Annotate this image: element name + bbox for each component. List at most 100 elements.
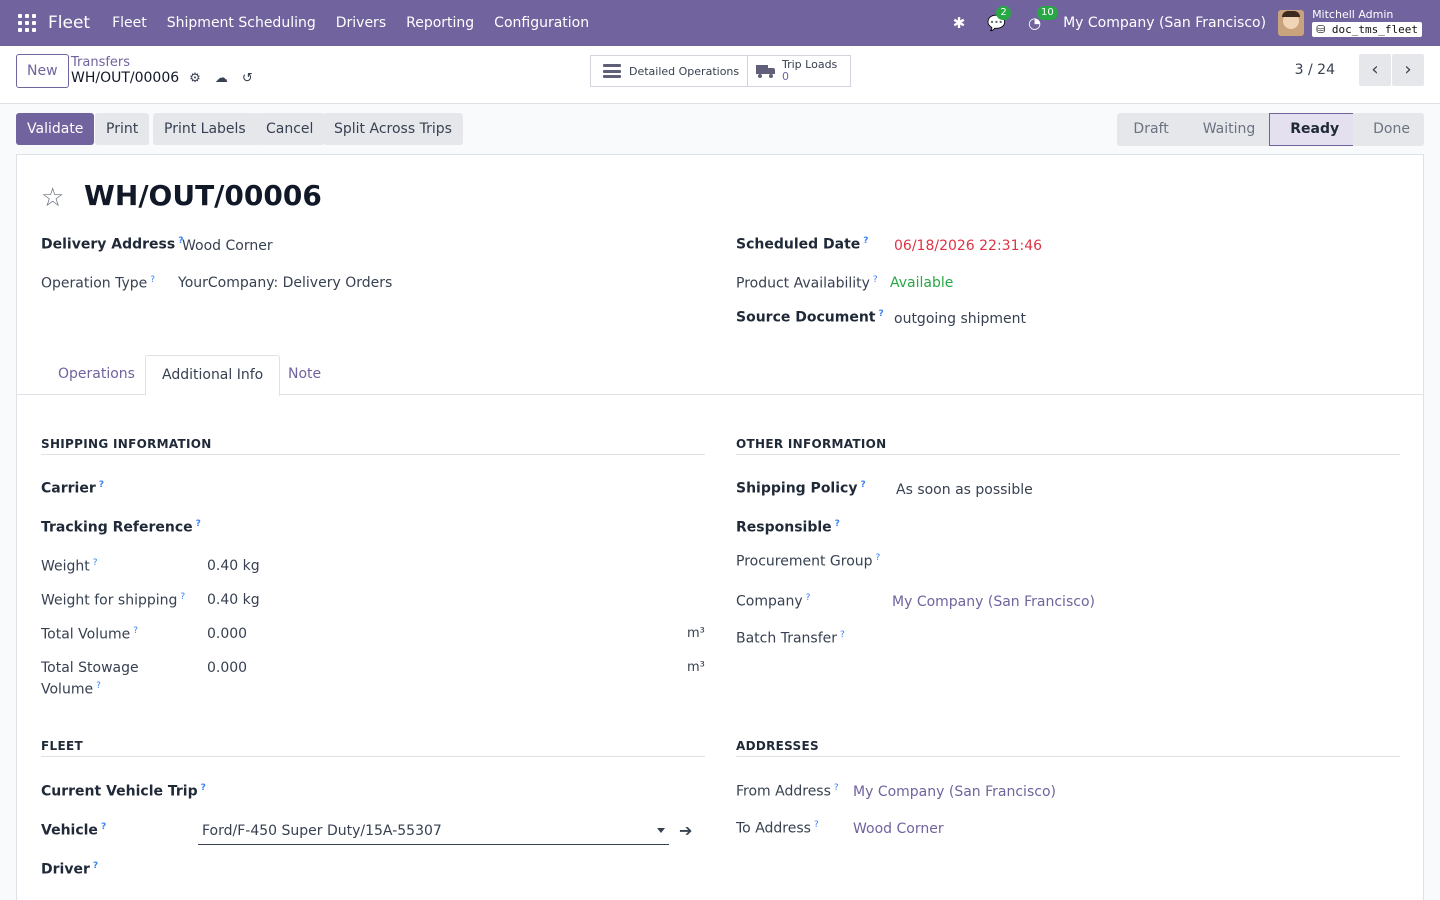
scheduled-date-field[interactable]: 06/18/2026 22:31:46 — [894, 238, 1042, 254]
activities-badge: 10 — [1037, 6, 1058, 20]
total-volume-value: 0.000 — [207, 626, 248, 642]
form-sheet: ☆ WH/OUT/00006 Delivery Address? Wood Co… — [16, 154, 1424, 900]
breadcrumb-current: WH/OUT/00006 ⚙ ☁ ↺ — [71, 70, 253, 86]
delivery-address-label: Delivery Address? — [41, 236, 184, 253]
from-address-label: From Address? — [736, 783, 839, 800]
debug-bug-icon[interactable]: ✱ — [953, 14, 966, 32]
user-avatar[interactable] — [1278, 10, 1305, 36]
menu-drivers[interactable]: Drivers — [326, 15, 396, 31]
total-stowage-volume-unit: m³ — [687, 660, 705, 675]
total-volume-unit: m³ — [687, 626, 705, 641]
company-switcher[interactable]: My Company (San Francisco) — [1063, 15, 1266, 31]
addresses-heading: ADDRESSES — [736, 739, 819, 753]
company-label: Company? — [736, 593, 811, 610]
shipping-policy-field[interactable]: As soon as possible — [896, 482, 1033, 498]
menu-configuration[interactable]: Configuration — [484, 15, 599, 31]
shipping-divider — [41, 454, 705, 455]
total-stowage-volume-label: Total Stowage — [41, 660, 139, 676]
responsible-label: Responsible? — [736, 519, 840, 536]
source-document-field[interactable]: outgoing shipment — [894, 311, 1026, 327]
smart-buttons: Detailed Operations Trip Loads 0 — [590, 55, 851, 87]
company-link[interactable]: My Company (San Francisco) — [892, 594, 1095, 610]
notebook-tabs: Operations Additional Info Note — [17, 355, 1423, 396]
activities-clock-icon[interactable]: ◔ 10 — [1028, 6, 1058, 32]
source-document-label: Source Document? — [736, 309, 884, 326]
operation-type-field[interactable]: YourCompany: Delivery Orders — [178, 275, 392, 291]
menu-reporting[interactable]: Reporting — [396, 15, 484, 31]
carrier-label: Carrier? — [41, 480, 104, 497]
weight-for-shipping-value[interactable]: 0.40 kg — [207, 592, 260, 608]
messages-chat-icon[interactable]: 💬 2 — [987, 6, 1011, 32]
action-bar: Validate Print Print Labels Cancel Split… — [0, 105, 1440, 155]
database-badge: ⛁ doc_tms_fleet — [1312, 22, 1422, 37]
trip-loads-count: 0 — [782, 70, 789, 83]
truck-icon — [756, 64, 776, 78]
stage-done[interactable]: Done — [1353, 113, 1424, 146]
weight-for-shipping-label: Weight for shipping? — [41, 592, 186, 609]
batch-transfer-label: Batch Transfer? — [736, 630, 845, 647]
messages-badge: 2 — [996, 6, 1011, 20]
breadcrumb-transfers[interactable]: Transfers — [71, 55, 130, 70]
control-panel: New Transfers WH/OUT/00006 ⚙ ☁ ↺ Detaile… — [0, 46, 1440, 104]
chevron-down-icon — [657, 828, 665, 833]
stage-draft[interactable]: Draft — [1117, 113, 1182, 146]
total-volume-label: Total Volume? — [41, 626, 138, 643]
gear-icon[interactable]: ⚙ — [189, 71, 201, 86]
validate-button[interactable]: Validate — [16, 113, 95, 145]
stage-waiting[interactable]: Waiting — [1183, 113, 1270, 146]
record-title: WH/OUT/00006 — [84, 179, 322, 212]
shipping-policy-label: Shipping Policy? — [736, 480, 866, 497]
product-availability-label: Product Availability? — [736, 275, 878, 292]
shipping-information-heading: SHIPPING INFORMATION — [41, 437, 212, 451]
record-name: WH/OUT/00006 — [71, 70, 180, 86]
weight-value: 0.40 kg — [207, 558, 260, 574]
from-address-link[interactable]: My Company (San Francisco) — [853, 784, 1056, 800]
star-favorite-icon[interactable]: ☆ — [41, 183, 64, 213]
pager-value[interactable]: 3 / 24 — [1295, 62, 1335, 78]
split-across-trips-button[interactable]: Split Across Trips — [323, 113, 463, 145]
top-navbar: Fleet Fleet Shipment Scheduling Drivers … — [0, 0, 1440, 46]
to-address-link[interactable]: Wood Corner — [853, 821, 944, 837]
stage-ready[interactable]: Ready — [1269, 113, 1354, 146]
current-vehicle-trip-label: Current Vehicle Trip? — [41, 783, 206, 800]
save-cloud-icon[interactable]: ☁ — [215, 71, 228, 86]
other-divider — [736, 454, 1400, 455]
print-button[interactable]: Print — [95, 113, 150, 145]
app-brand[interactable]: Fleet — [48, 13, 90, 33]
vehicle-label: Vehicle? — [41, 822, 107, 839]
detailed-operations-button[interactable]: Detailed Operations — [591, 56, 748, 86]
menu-shipment-scheduling[interactable]: Shipment Scheduling — [157, 15, 326, 31]
procurement-group-label: Procurement Group? — [736, 553, 881, 570]
user-menu[interactable]: Mitchell Admin ⛁ doc_tms_fleet — [1312, 9, 1422, 37]
trip-loads-label: Trip Loads — [782, 58, 838, 71]
addresses-divider — [736, 756, 1400, 757]
weight-label: Weight? — [41, 558, 98, 575]
user-name: Mitchell Admin — [1312, 8, 1394, 21]
vehicle-select-value: Ford/F-450 Super Duty/15A-55307 — [202, 823, 442, 839]
pager-next-button[interactable]: › — [1392, 54, 1424, 86]
cancel-button[interactable]: Cancel — [255, 113, 325, 145]
fleet-heading: FLEET — [41, 739, 83, 753]
tracking-reference-label: Tracking Reference? — [41, 519, 201, 536]
other-information-heading: OTHER INFORMATION — [736, 437, 887, 451]
menu-fleet[interactable]: Fleet — [102, 15, 157, 31]
tab-operations[interactable]: Operations — [42, 355, 151, 395]
operation-type-label: Operation Type? — [41, 275, 156, 292]
tab-additional-info[interactable]: Additional Info — [145, 355, 281, 396]
list-icon — [603, 64, 621, 78]
scheduled-date-label: Scheduled Date? — [736, 236, 869, 253]
main-menu: Fleet Shipment Scheduling Drivers Report… — [102, 15, 599, 31]
arrow-right-icon[interactable]: ➔ — [679, 821, 692, 840]
apps-grid-icon[interactable] — [18, 14, 36, 32]
print-labels-button[interactable]: Print Labels — [153, 113, 257, 145]
trip-loads-button[interactable]: Trip Loads 0 — [748, 56, 837, 86]
delivery-address-field[interactable]: Wood Corner — [182, 238, 273, 254]
vehicle-select[interactable]: Ford/F-450 Super Duty/15A-55307 — [198, 815, 669, 845]
discard-undo-icon[interactable]: ↺ — [242, 71, 253, 86]
pager-previous-button[interactable]: ‹ — [1359, 54, 1391, 86]
total-stowage-volume-label-line2: Volume? — [41, 681, 101, 698]
tab-note[interactable]: Note — [272, 355, 337, 395]
fleet-divider — [41, 756, 705, 757]
new-button[interactable]: New — [16, 54, 69, 88]
product-availability-value: Available — [890, 275, 954, 291]
